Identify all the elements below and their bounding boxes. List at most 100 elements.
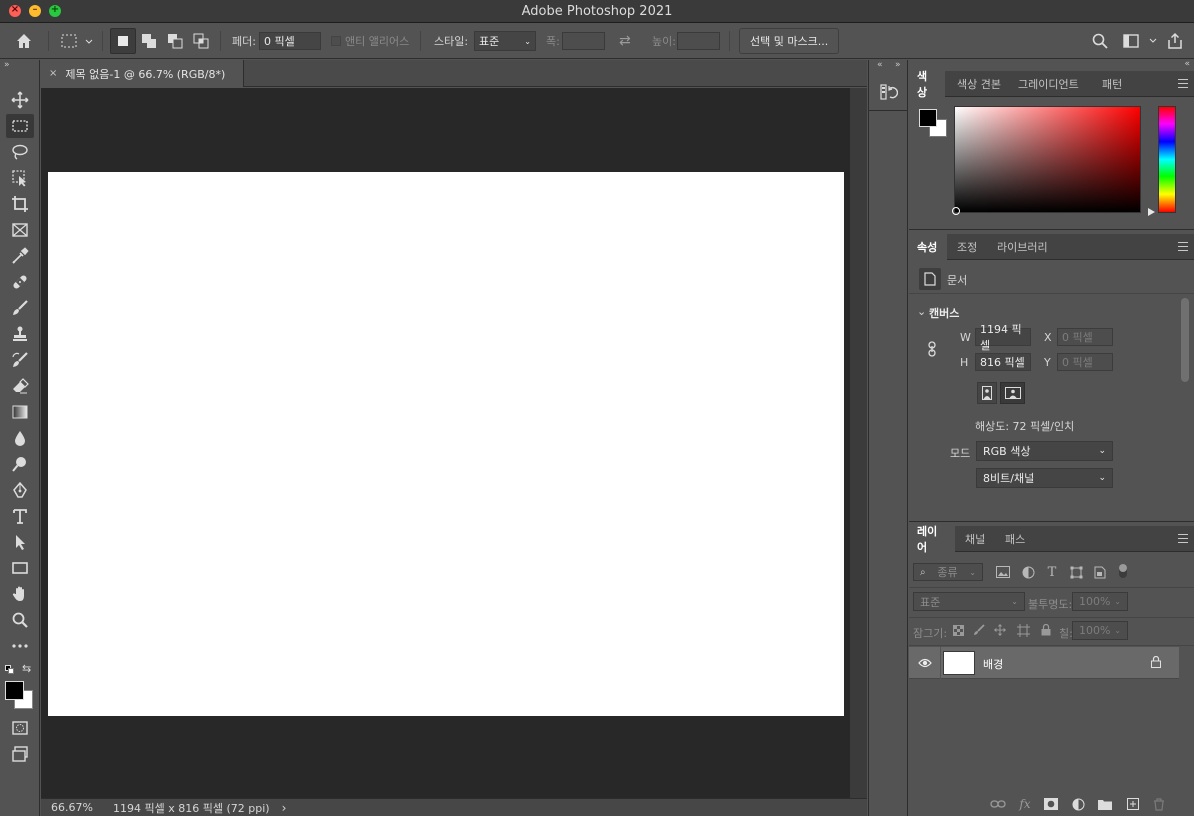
lock-all-icon[interactable] — [1039, 623, 1053, 637]
type-filter-icon[interactable]: T — [1044, 564, 1060, 580]
home-button[interactable] — [14, 23, 34, 59]
color-field[interactable] — [954, 106, 1141, 213]
vertical-scrollbar[interactable] — [850, 88, 867, 798]
lasso-tool[interactable] — [6, 140, 34, 164]
canvas-y-field[interactable]: 0 픽셀 — [1057, 353, 1113, 371]
close-tab-icon[interactable]: × — [49, 68, 57, 79]
right-dock-collapse-icon[interactable]: « — [1184, 59, 1190, 69]
layer-filter-select[interactable]: ⌕ 종류 ⌄ — [913, 563, 983, 581]
new-group-icon[interactable] — [1097, 796, 1113, 812]
document-canvas[interactable] — [48, 172, 844, 716]
properties-scrollbar[interactable] — [1181, 298, 1189, 382]
more-tools-button[interactable] — [6, 634, 34, 658]
intersect-selection-button[interactable] — [188, 28, 214, 54]
canvas-height-field[interactable]: 816 픽셀 — [975, 353, 1031, 371]
style-select[interactable]: 표준 ⌄ — [474, 31, 536, 51]
workspace-button[interactable] — [1122, 23, 1158, 59]
tab-patterns[interactable]: 패턴 — [1094, 71, 1130, 97]
filter-toggle[interactable] — [1119, 564, 1127, 578]
rectangle-tool[interactable] — [6, 556, 34, 580]
zoom-tool[interactable] — [6, 608, 34, 632]
tab-adjustments[interactable]: 조정 — [949, 234, 985, 260]
hue-slider[interactable] — [1158, 106, 1176, 213]
share-button[interactable] — [1166, 23, 1184, 59]
height-input[interactable] — [677, 32, 720, 50]
width-input[interactable] — [562, 32, 605, 50]
layer-row[interactable]: 배경 — [909, 647, 1179, 679]
type-tool[interactable] — [6, 504, 34, 528]
link-layers-icon[interactable] — [990, 796, 1006, 812]
new-layer-icon[interactable] — [1125, 796, 1141, 812]
smart-object-filter-icon[interactable] — [1092, 564, 1108, 580]
crop-tool[interactable] — [6, 192, 34, 216]
swap-dimensions-button[interactable]: ⇄ — [619, 23, 631, 59]
panel-menu-icon[interactable] — [1178, 534, 1188, 543]
foreground-color-swatch[interactable] — [5, 681, 24, 700]
marquee-tool[interactable] — [6, 114, 34, 138]
panel-collapse-icon[interactable]: » — [4, 60, 10, 70]
clone-stamp-tool[interactable] — [6, 322, 34, 346]
lock-image-icon[interactable] — [972, 623, 986, 637]
panel-foreground-swatch[interactable] — [919, 109, 937, 127]
screen-mode-button[interactable] — [6, 742, 34, 766]
object-select-tool[interactable] — [6, 166, 34, 190]
color-mode-select[interactable]: RGB 색상 ⌄ — [976, 441, 1113, 461]
eyedropper-tool[interactable] — [6, 244, 34, 268]
dock-collapse-icon[interactable]: « — [877, 60, 883, 70]
tab-paths[interactable]: 패스 — [997, 526, 1033, 552]
brush-tool[interactable] — [6, 296, 34, 320]
default-colors-icon[interactable] — [5, 665, 14, 674]
canvas-x-field[interactable]: 0 픽셀 — [1057, 328, 1113, 346]
tab-layers[interactable]: 레이어 — [909, 525, 955, 554]
lock-transparent-icon[interactable] — [951, 623, 965, 637]
lock-artboard-icon[interactable] — [1016, 623, 1030, 637]
visibility-toggle[interactable] — [909, 647, 941, 679]
panel-menu-icon[interactable] — [1178, 242, 1188, 251]
swap-colors-icon[interactable]: ⇆ — [22, 662, 31, 675]
quick-mask-button[interactable] — [6, 716, 34, 740]
history-panel-button[interactable] — [880, 83, 899, 101]
color-picker-marker[interactable] — [952, 207, 960, 215]
frame-tool[interactable] — [6, 218, 34, 242]
dodge-tool[interactable] — [6, 452, 34, 476]
layer-style-icon[interactable]: fx — [1017, 796, 1033, 812]
blur-tool[interactable] — [6, 426, 34, 450]
blend-mode-select[interactable]: 표준 ⌄ — [913, 592, 1025, 611]
shape-filter-icon[interactable] — [1068, 564, 1084, 580]
adjustment-filter-icon[interactable] — [1020, 564, 1036, 580]
zoom-level[interactable]: 66.67% — [51, 801, 113, 814]
tab-color[interactable]: 색상 — [909, 70, 945, 99]
trash-icon[interactable] — [1151, 796, 1167, 812]
document-tab[interactable]: × 제목 없음-1 @ 66.7% (RGB/8*) — [41, 60, 244, 87]
dock-expand-icon[interactable]: » — [895, 60, 901, 70]
tab-properties[interactable]: 속성 — [909, 234, 947, 260]
antialias-checkbox[interactable] — [331, 36, 341, 46]
path-select-tool[interactable] — [6, 530, 34, 554]
landscape-orientation-button[interactable] — [1000, 382, 1025, 404]
new-selection-button[interactable] — [110, 28, 136, 54]
pen-tool[interactable] — [6, 478, 34, 502]
subtract-selection-button[interactable] — [162, 28, 188, 54]
feather-input[interactable]: 0 픽셀 — [259, 32, 321, 50]
history-brush-tool[interactable] — [6, 348, 34, 372]
tab-libraries[interactable]: 라이브러리 — [989, 234, 1056, 260]
select-and-mask-button[interactable]: 선택 및 마스크... — [739, 28, 840, 54]
gradient-tool[interactable] — [6, 400, 34, 424]
lock-position-icon[interactable] — [993, 623, 1007, 637]
tab-channels[interactable]: 채널 — [957, 526, 993, 552]
chevron-down-icon[interactable]: ⌄ — [917, 305, 926, 318]
eraser-tool[interactable] — [6, 374, 34, 398]
pixel-filter-icon[interactable] — [995, 564, 1011, 580]
panel-menu-icon[interactable] — [1178, 79, 1188, 88]
canvas-width-field[interactable]: 1194 픽셀 — [975, 323, 1031, 352]
portrait-orientation-button[interactable] — [977, 382, 997, 404]
tab-swatches[interactable]: 색상 견본 — [949, 71, 1009, 97]
tab-gradients[interactable]: 그레이디언트 — [1010, 71, 1087, 97]
healing-brush-tool[interactable] — [6, 270, 34, 294]
move-tool[interactable] — [6, 88, 34, 112]
add-mask-icon[interactable] — [1043, 796, 1059, 812]
fill-field[interactable]: 100% ⌄ — [1072, 621, 1128, 640]
link-dimensions-icon[interactable] — [926, 341, 938, 357]
canvas-section-title[interactable]: 캔버스 — [929, 305, 959, 321]
new-adjustment-icon[interactable] — [1070, 796, 1086, 812]
